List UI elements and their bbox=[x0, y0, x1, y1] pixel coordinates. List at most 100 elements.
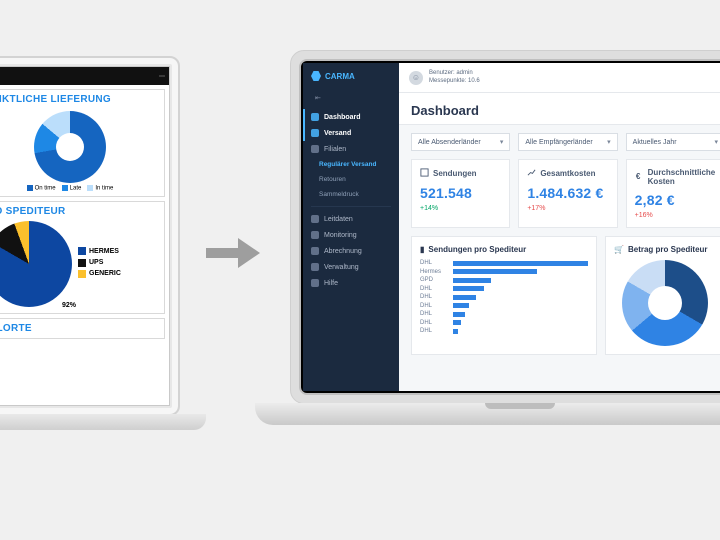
sidebar-item-versand[interactable]: Versand bbox=[303, 125, 399, 141]
kpi-title: Sendungen bbox=[433, 169, 477, 178]
filter-row: Alle Absenderländer▾ Alle Empfängerländer… bbox=[399, 125, 720, 159]
old-laptop: • • • ⋯ PÜNKTLICHE LIEFERUNG On time Lat… bbox=[0, 56, 180, 416]
panel-row: ▮ Sendungen pro Spediteur DHLHermesGPDDH… bbox=[399, 228, 720, 355]
sidebar: CARMA ⇤ Dashboard Versand Filialen Reguläre… bbox=[303, 63, 399, 391]
kpi-value: 2,82 € bbox=[635, 192, 716, 208]
menu-label: Monitoring bbox=[324, 232, 357, 239]
old-card-pro-title: PRO SPEDITEUR bbox=[0, 206, 160, 217]
bar-fill bbox=[453, 261, 588, 266]
sidebar-collapse-button[interactable]: ⇤ bbox=[303, 91, 399, 105]
menu-icon bbox=[311, 145, 319, 153]
kpi-gesamtkosten: Gesamtkosten 1.484.632 € +17% bbox=[518, 159, 617, 228]
bar-row: DHL bbox=[420, 328, 588, 334]
menu-label: Retouren bbox=[319, 176, 346, 183]
panel-bars: ▮ Sendungen pro Spediteur DHLHermesGPDDH… bbox=[411, 236, 597, 355]
chart-icon: ▮ bbox=[420, 245, 424, 254]
kpi-sendungen: Sendungen 521.548 +14% bbox=[411, 159, 510, 228]
sidebar-item-monitoring[interactable]: Monitoring bbox=[303, 227, 399, 243]
content-area: ☺ Benutzer: admin Messepunkte: 10.6 Dash… bbox=[399, 63, 720, 391]
brand[interactable]: CARMA bbox=[303, 63, 399, 91]
kpi-delta: +17% bbox=[527, 205, 608, 212]
sidebar-item-hilfe[interactable]: Hilfe bbox=[303, 275, 399, 291]
menu-label: Abrechnung bbox=[324, 248, 362, 255]
bar-label: DHL bbox=[420, 286, 448, 292]
menu-label: Leitdaten bbox=[324, 216, 353, 223]
old-topbar-text: ⋯ bbox=[159, 73, 165, 80]
avatar-icon[interactable]: ☺ bbox=[409, 71, 423, 85]
cart-icon: 🛒 bbox=[614, 245, 624, 254]
menu-label: Regulärer Versand bbox=[319, 161, 376, 168]
sidebar-item-abrechnung[interactable]: Abrechnung bbox=[303, 243, 399, 259]
bar-label: DHL bbox=[420, 294, 448, 300]
menu-icon bbox=[311, 247, 319, 255]
bar-row: DHL bbox=[420, 286, 588, 292]
old-topbar: • • • ⋯ bbox=[0, 67, 169, 85]
kpi-row: Sendungen 521.548 +14% Gesamtkosten 1.484.63… bbox=[399, 159, 720, 228]
bar-fill bbox=[453, 286, 484, 291]
bar-fill bbox=[453, 329, 458, 334]
kpi-title: Durchschnittliche Kosten bbox=[648, 168, 716, 186]
bar-label: DHL bbox=[420, 260, 448, 266]
donut-betrag-chart bbox=[622, 260, 708, 346]
menu-label: Verwaltung bbox=[324, 264, 359, 271]
legend-generic: GENERIC bbox=[78, 268, 121, 279]
bar-row: DHL bbox=[420, 303, 588, 309]
old-card-delivery: PÜNKTLICHE LIEFERUNG On time Late In tim… bbox=[0, 89, 165, 197]
sidebar-item-regulärer-versand[interactable]: Regulärer Versand bbox=[303, 157, 399, 172]
pie-legend: HERMES UPS GENERIC bbox=[78, 246, 121, 280]
sidebar-item-filialen[interactable]: Filialen bbox=[303, 141, 399, 157]
bar-row: DHL bbox=[420, 320, 588, 326]
bars-body: DHLHermesGPDDHLDHLDHLDHLDHLDHL bbox=[420, 260, 588, 334]
menu-icon bbox=[311, 113, 319, 121]
new-screen: CARMA ⇤ Dashboard Versand Filialen Reguläre… bbox=[303, 63, 720, 391]
filter-alle-empfängerländer[interactable]: Alle Empfängerländer▾ bbox=[518, 133, 617, 151]
kpi-delta: +16% bbox=[635, 212, 716, 219]
legend-c: In time bbox=[87, 185, 113, 192]
old-screen: • • • ⋯ PÜNKTLICHE LIEFERUNG On time Lat… bbox=[0, 66, 170, 406]
new-laptop-base bbox=[255, 403, 720, 425]
kpi-value: 521.548 bbox=[420, 185, 501, 201]
menu-separator bbox=[311, 206, 391, 207]
menu-label: Versand bbox=[324, 130, 351, 137]
sidebar-item-verwaltung[interactable]: Verwaltung bbox=[303, 259, 399, 275]
kpi-title: Gesamtkosten bbox=[540, 169, 595, 178]
old-card-zielorte-title: ZIELORTE bbox=[0, 323, 160, 334]
trend-icon bbox=[527, 168, 536, 179]
old-card-pro-spediteur: PRO SPEDITEUR 92% HERMES UPS GENERIC bbox=[0, 201, 165, 314]
sidebar-item-retouren[interactable]: Retouren bbox=[303, 172, 399, 187]
chevron-down-icon: ▾ bbox=[714, 138, 718, 146]
filter-alle-absenderländer[interactable]: Alle Absenderländer▾ bbox=[411, 133, 510, 151]
legend-b: Late bbox=[62, 185, 82, 192]
old-laptop-base bbox=[0, 414, 206, 430]
bar-fill bbox=[453, 320, 461, 325]
bar-fill bbox=[453, 295, 476, 300]
user-name: Benutzer: admin bbox=[429, 70, 480, 77]
bar-label: DHL bbox=[420, 320, 448, 326]
topbar: ☺ Benutzer: admin Messepunkte: 10.6 bbox=[399, 63, 720, 93]
user-sub: Messepunkte: 10.6 bbox=[429, 78, 480, 85]
donut-delivery-chart bbox=[34, 111, 106, 183]
menu-label: Hilfe bbox=[324, 280, 338, 287]
menu-label: Dashboard bbox=[324, 114, 361, 121]
filter-aktuelles-jahr[interactable]: Aktuelles Jahr ▾ bbox=[626, 133, 720, 151]
legend-a: On time bbox=[27, 185, 56, 192]
filter-label: Aktuelles Jahr bbox=[633, 139, 677, 146]
page-title: Dashboard bbox=[399, 93, 720, 125]
bar-row: GPD bbox=[420, 277, 588, 283]
menu-label: Filialen bbox=[324, 146, 346, 153]
legend-ups: UPS bbox=[78, 257, 121, 268]
sidebar-item-sammeldruck[interactable]: Sammeldruck bbox=[303, 187, 399, 202]
chevron-down-icon: ▾ bbox=[500, 138, 504, 146]
menu-icon bbox=[311, 279, 319, 287]
old-card-zielorte: ZIELORTE bbox=[0, 318, 165, 339]
sidebar-item-leitdaten[interactable]: Leitdaten bbox=[303, 211, 399, 227]
kpi-delta: +14% bbox=[420, 205, 501, 212]
kpi-value: 1.484.632 € bbox=[527, 185, 608, 201]
sidebar-item-dashboard[interactable]: Dashboard bbox=[303, 109, 399, 125]
chevron-down-icon: ▾ bbox=[607, 138, 611, 146]
bar-fill bbox=[453, 303, 469, 308]
old-card-delivery-title: PÜNKTLICHE LIEFERUNG bbox=[0, 94, 160, 105]
bar-fill bbox=[453, 312, 465, 317]
pie-spediteur-chart: 92% bbox=[0, 221, 72, 307]
menu-icon bbox=[311, 231, 319, 239]
